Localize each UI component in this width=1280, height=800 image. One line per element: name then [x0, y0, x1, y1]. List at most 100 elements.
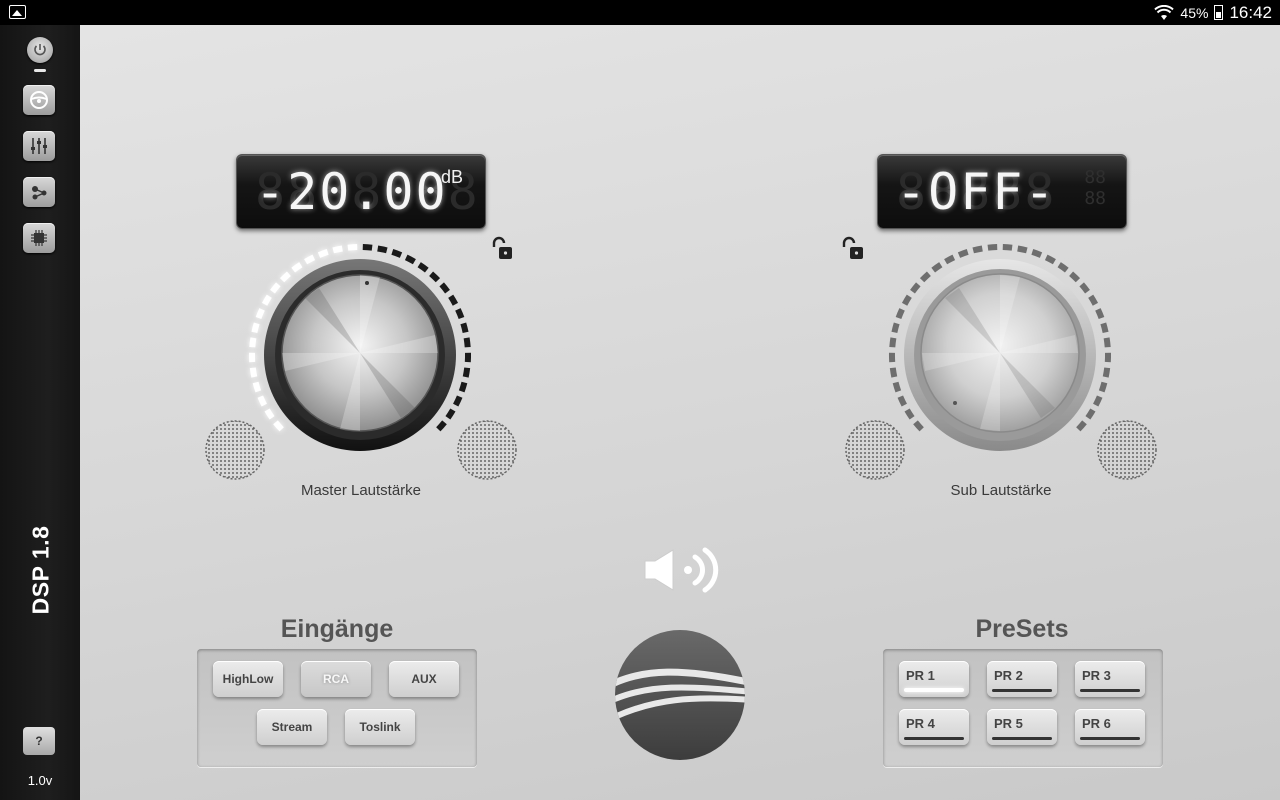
knob-pointer: [365, 281, 369, 285]
level-segment: [1031, 249, 1043, 258]
level-segment: [458, 381, 468, 393]
level-segment: [904, 408, 915, 420]
master-volume-label: Master Lautstärke: [300, 482, 422, 499]
knob-pointer: [953, 401, 957, 405]
level-segment: [391, 249, 403, 258]
input-stream-button[interactable]: Stream: [257, 709, 327, 745]
level-segment: [919, 271, 931, 283]
level-segment-lit: [332, 245, 343, 254]
level-segment: [1103, 337, 1111, 348]
level-segment: [957, 249, 969, 258]
level-segment: [913, 420, 924, 432]
level-segment-lit: [255, 308, 265, 320]
status-bar: 45% 16:42: [0, 0, 1280, 25]
level-segment: [897, 395, 907, 407]
level-segment: [439, 282, 450, 294]
sidebar: DSP 1.8 ? 1.0v: [0, 25, 80, 800]
speaker-volume-icon[interactable]: [643, 547, 721, 593]
level-segment-lit: [264, 408, 275, 420]
preset-label: PR 5: [994, 716, 1023, 731]
preset-label: PR 2: [994, 668, 1023, 683]
input-rca-button[interactable]: RCA: [301, 661, 371, 697]
chip-button[interactable]: [23, 223, 55, 253]
equalizer-button[interactable]: [23, 131, 55, 161]
preset-3-button[interactable]: PR 3: [1075, 661, 1145, 697]
sub-volume-knob[interactable]: [835, 235, 1165, 485]
master-volume-unit: dB: [440, 167, 463, 187]
level-segment: [901, 294, 912, 306]
preset-6-button[interactable]: PR 6: [1075, 709, 1145, 745]
speaker-grille-left: [205, 420, 265, 480]
level-segment: [1057, 262, 1069, 273]
level-segment: [889, 367, 898, 378]
routing-button[interactable]: [23, 177, 55, 207]
level-segment: [404, 254, 416, 265]
level-segment: [1093, 395, 1103, 407]
steering-wheel-icon: [30, 91, 48, 109]
preset-indicator: [904, 737, 964, 740]
display-unit-segments: 88 88: [1084, 167, 1106, 209]
preset-indicator: [992, 689, 1052, 692]
level-segment: [463, 337, 471, 348]
input-aux-button[interactable]: AUX: [389, 661, 459, 697]
preset-1-button[interactable]: PR 1: [899, 661, 969, 697]
battery-percent: 45%: [1180, 4, 1209, 21]
level-segment: [910, 282, 921, 294]
preset-indicator: [1080, 689, 1140, 692]
inputs-panel: HighLow RCA AUX Stream Toslink: [197, 649, 477, 767]
level-segment: [1076, 420, 1087, 432]
level-segment: [1017, 245, 1028, 254]
steering-button[interactable]: [23, 85, 55, 115]
level-segment-lit: [304, 254, 316, 265]
level-segment: [417, 262, 429, 273]
input-toslink-button[interactable]: Toslink: [345, 709, 415, 745]
preset-2-button[interactable]: PR 2: [987, 661, 1057, 697]
level-segment: [1088, 294, 1099, 306]
level-segment: [1100, 322, 1109, 334]
level-segment: [445, 408, 456, 420]
level-segment-lit: [317, 249, 329, 258]
level-segment-lit: [291, 262, 303, 273]
image-notification-icon: [9, 5, 26, 19]
level-segment-lit: [252, 381, 262, 393]
level-segment: [460, 322, 469, 334]
preset-4-button[interactable]: PR 4: [899, 709, 969, 745]
master-volume-value: -20.00: [255, 163, 448, 221]
level-segment: [889, 337, 897, 348]
presets-title: PreSets: [975, 615, 1069, 643]
preset-label: PR 6: [1082, 716, 1111, 731]
level-segment-lit: [279, 271, 291, 283]
main-panel: 8888.88 -20.00 dB 88888 -OFF- 88 88 Mast…: [80, 25, 1280, 800]
level-segment: [1085, 408, 1096, 420]
level-segment: [1002, 244, 1013, 251]
level-segment-lit: [257, 395, 267, 407]
preset-indicator: [992, 737, 1052, 740]
sub-volume-value: -OFF-: [896, 163, 1057, 221]
level-segment: [1079, 282, 1090, 294]
preset-label: PR 1: [906, 668, 935, 683]
power-button[interactable]: [27, 37, 53, 63]
input-highlow-button[interactable]: HighLow: [213, 661, 283, 697]
level-segment: [972, 245, 983, 254]
level-segment: [1102, 367, 1111, 378]
level-segment: [453, 395, 463, 407]
level-segment: [1098, 381, 1108, 393]
share-nodes-icon: [32, 186, 47, 200]
master-volume-display: 8888.88 -20.00 dB: [236, 154, 486, 229]
chip-icon: [31, 230, 47, 246]
level-segment: [931, 262, 943, 273]
master-volume-knob[interactable]: [195, 235, 525, 485]
speaker-grille-right: [1097, 420, 1157, 480]
level-segment: [462, 367, 471, 378]
inputs-title: Eingänge: [280, 615, 394, 643]
power-indicator: [34, 69, 46, 72]
sub-volume-label: Sub Lautstärke: [950, 482, 1052, 499]
sub-volume-display: 88888 -OFF- 88 88: [877, 154, 1127, 229]
help-button[interactable]: ?: [23, 727, 55, 755]
power-icon: [34, 44, 46, 56]
preset-5-button[interactable]: PR 5: [987, 709, 1057, 745]
level-segment: [987, 244, 998, 251]
app-version: 1.0v: [27, 773, 53, 788]
level-segment-lit: [251, 322, 260, 334]
level-segment: [436, 420, 447, 432]
